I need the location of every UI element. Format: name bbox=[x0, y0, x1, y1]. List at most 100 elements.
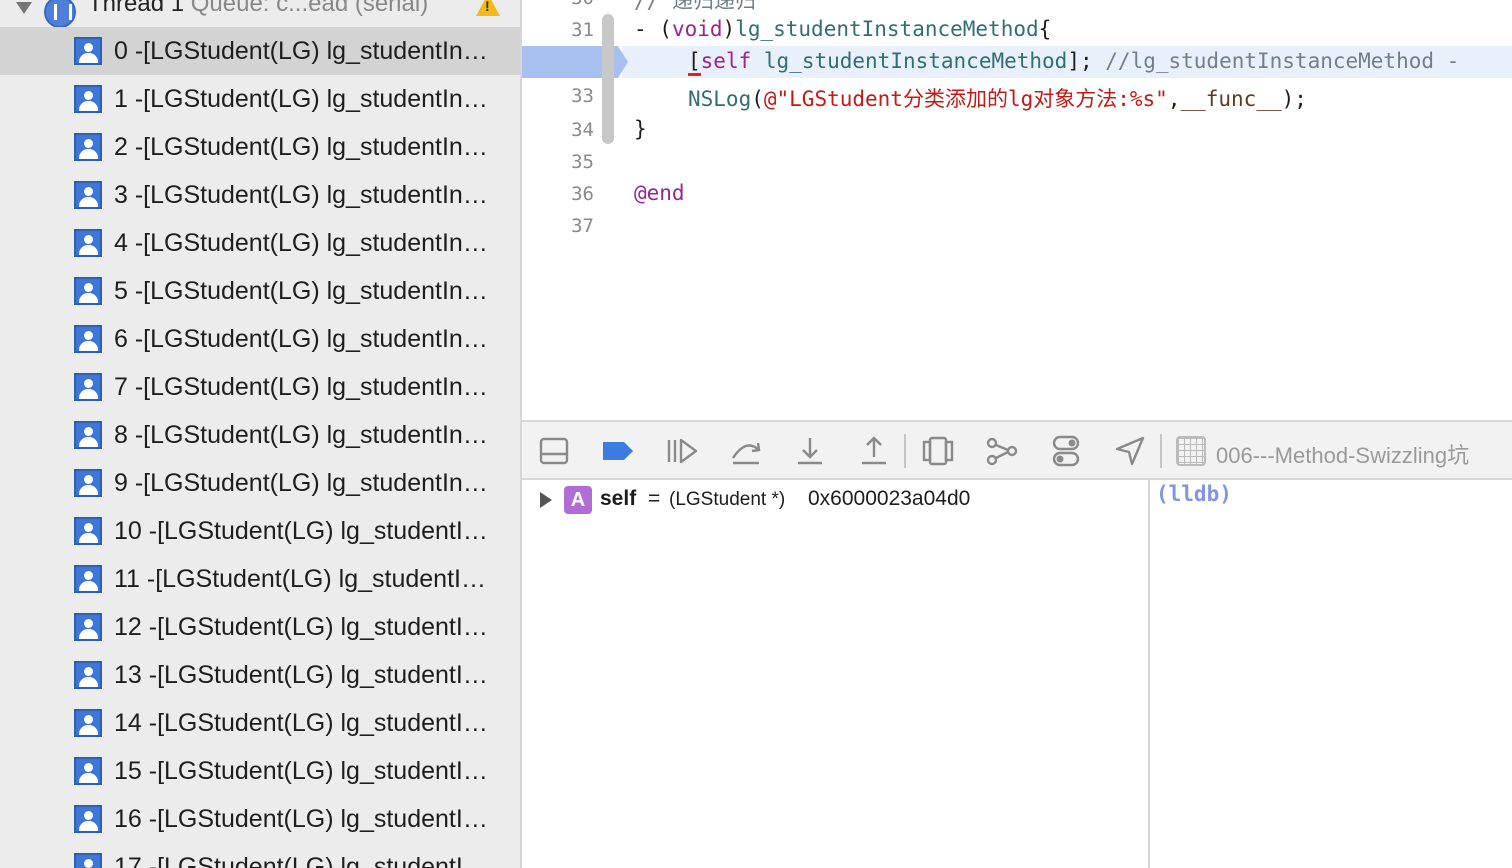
stack-frame-row[interactable]: 1 -[LGStudent(LG) lg_studentInstanceMeth… bbox=[0, 75, 520, 123]
paren-close: ); bbox=[1281, 87, 1307, 111]
line-number: 34 bbox=[571, 119, 594, 141]
stack-frame-row[interactable]: 15 -[LGStudent(LG) lg_studentInstanceMet… bbox=[0, 747, 520, 795]
user-frame-icon bbox=[74, 613, 102, 641]
user-frame-icon bbox=[74, 37, 102, 65]
stack-frame-row[interactable]: 2 -[LGStudent(LG) lg_studentInstanceMeth… bbox=[0, 123, 520, 171]
user-frame-icon bbox=[74, 229, 102, 257]
hide-debug-area-icon[interactable] bbox=[536, 434, 572, 468]
keyword-void: void bbox=[671, 17, 723, 41]
stack-frame-label: 9 -[LGStudent(LG) lg_studentInstanceMeth… bbox=[114, 469, 498, 497]
step-out-icon[interactable] bbox=[856, 434, 892, 468]
stack-frame-label: 14 -[LGStudent(LG) lg_studentInstanceMet… bbox=[114, 709, 498, 737]
code-line[interactable]: 36 @end bbox=[522, 178, 1512, 210]
method-dash: - bbox=[634, 17, 660, 41]
stack-frame-row[interactable]: 4 -[LGStudent(LG) lg_studentInstanceMeth… bbox=[0, 219, 520, 267]
stack-frame-label: 1 -[LGStudent(LG) lg_studentInstanceMeth… bbox=[114, 85, 498, 113]
variable-row[interactable]: A self = (LGStudent *) 0x6000023a04d0 bbox=[522, 482, 1148, 518]
keyword-end: @end bbox=[634, 181, 685, 205]
view-hierarchy-icon[interactable] bbox=[920, 434, 956, 468]
stack-frame-row[interactable]: 6 -[LGStudent(LG) lg_studentInstanceMeth… bbox=[0, 315, 520, 363]
user-frame-icon bbox=[74, 421, 102, 449]
disclosure-right-icon[interactable] bbox=[540, 492, 552, 508]
stack-frame-label: 13 -[LGStudent(LG) lg_studentInstanceMet… bbox=[114, 661, 498, 689]
code-line[interactable]: 37 bbox=[522, 210, 1512, 242]
stack-frame-label: 2 -[LGStudent(LG) lg_studentInstanceMeth… bbox=[114, 133, 498, 161]
variable-equals: = bbox=[648, 487, 661, 510]
user-frame-icon bbox=[74, 517, 102, 545]
disclosure-down-icon[interactable] bbox=[16, 2, 32, 14]
stack-frame-label: 5 -[LGStudent(LG) lg_studentInstanceMeth… bbox=[114, 277, 498, 305]
breakpoints-toggle-icon[interactable] bbox=[600, 434, 636, 468]
user-frame-icon bbox=[74, 85, 102, 113]
environment-overrides-icon[interactable] bbox=[1048, 434, 1084, 468]
stack-frame-row[interactable]: 8 -[LGStudent(LG) lg_studentInstanceMeth… bbox=[0, 411, 520, 459]
code-line-current[interactable]: 32 [self lg_studentInstanceMethod]; //lg… bbox=[522, 46, 1512, 119]
stack-frame-label: 6 -[LGStudent(LG) lg_studentInstanceMeth… bbox=[114, 325, 498, 353]
line-number: 37 bbox=[571, 215, 594, 237]
stack-frame-row[interactable]: 9 -[LGStudent(LG) lg_studentInstanceMeth… bbox=[0, 459, 520, 507]
code-line[interactable]: 30 // 递归递归 bbox=[522, 0, 1512, 14]
code-text: } bbox=[634, 117, 647, 141]
code-text: [self lg_studentInstanceMethod]; //lg_st… bbox=[688, 49, 1459, 76]
variable-type: (LGStudent *) bbox=[669, 489, 786, 510]
user-frame-icon bbox=[74, 325, 102, 353]
stack-frame-label: 8 -[LGStudent(LG) lg_studentInstanceMeth… bbox=[114, 421, 498, 449]
paren-open: ( bbox=[751, 87, 764, 111]
target-app-icon bbox=[1176, 436, 1206, 466]
stack-frame-row[interactable]: 16 -[LGStudent(LG) lg_studentInstanceMet… bbox=[0, 795, 520, 843]
message-name: lg_studentInstanceMethod bbox=[763, 49, 1068, 73]
bracket-open: [ bbox=[688, 49, 701, 76]
user-frame-icon bbox=[74, 661, 102, 689]
code-line[interactable]: 35 bbox=[522, 146, 1512, 178]
source-editor[interactable]: 30 // 递归递归 31 - (void)lg_studentInstance… bbox=[522, 0, 1512, 420]
debug-bar: 006---Method-Swizzling坑 bbox=[522, 420, 1512, 480]
stack-frame-label: 11 -[LGStudent(LG) lg_studentInstanceMet… bbox=[114, 565, 498, 593]
variables-view: A self = (LGStudent *) 0x6000023a04d0 bbox=[522, 480, 1148, 868]
variable-name: self bbox=[600, 487, 637, 510]
simulate-location-icon[interactable] bbox=[1112, 434, 1148, 468]
stack-frame-row[interactable]: 3 -[LGStudent(LG) lg_studentInstanceMeth… bbox=[0, 171, 520, 219]
step-into-icon[interactable] bbox=[792, 434, 828, 468]
thread-queue: Queue: c...ead (serial) bbox=[190, 0, 429, 17]
lldb-prompt: (lldb) bbox=[1156, 482, 1232, 506]
stack-frame-row[interactable]: 7 -[LGStudent(LG) lg_studentInstanceMeth… bbox=[0, 363, 520, 411]
bracket-close: ]; bbox=[1067, 49, 1093, 73]
memory-graph-icon[interactable] bbox=[984, 434, 1020, 468]
keyword-self: self bbox=[700, 49, 752, 73]
stack-frame-row[interactable]: 14 -[LGStudent(LG) lg_studentInstanceMet… bbox=[0, 699, 520, 747]
string-literal: @"LGStudent分类添加的lg对象方法:%s" bbox=[763, 87, 1168, 111]
step-over-icon[interactable] bbox=[728, 434, 764, 468]
toolbar-separator bbox=[1160, 434, 1162, 468]
user-frame-icon bbox=[74, 757, 102, 785]
stack-frame-label: 10 -[LGStudent(LG) lg_studentInstanceMet… bbox=[114, 517, 498, 545]
stack-frame-label: 17 -[LGStudent(LG) lg_studentInstanceMet… bbox=[114, 853, 498, 868]
lldb-console[interactable]: (lldb) bbox=[1150, 480, 1512, 868]
user-frame-icon bbox=[74, 181, 102, 209]
line-number: 30 bbox=[522, 0, 594, 9]
user-frame-icon bbox=[74, 133, 102, 161]
stack-frame-label: 15 -[LGStudent(LG) lg_studentInstanceMet… bbox=[114, 757, 498, 785]
user-frame-icon bbox=[74, 853, 102, 868]
argument-badge-icon: A bbox=[564, 486, 592, 514]
code-line[interactable]: 33 NSLog(@"LGStudent分类添加的lg对象方法:%s",__fu… bbox=[522, 80, 1512, 112]
stack-frame-row[interactable]: 5 -[LGStudent(LG) lg_studentInstanceMeth… bbox=[0, 267, 520, 315]
user-frame-icon bbox=[74, 709, 102, 737]
stack-frame-row[interactable]: 17 -[LGStudent(LG) lg_studentInstanceMet… bbox=[0, 843, 520, 868]
line-number: 35 bbox=[571, 151, 594, 173]
line-number: 33 bbox=[571, 85, 594, 107]
stack-frame-label: 12 -[LGStudent(LG) lg_studentInstanceMet… bbox=[114, 613, 498, 641]
thread-row[interactable]: Thread 1 Queue: c...ead (serial) bbox=[0, 0, 520, 28]
stack-frame-row[interactable]: 13 -[LGStudent(LG) lg_studentInstanceMet… bbox=[0, 651, 520, 699]
function-nslog: NSLog bbox=[688, 87, 752, 111]
debug-navigator: Thread 1 Queue: c...ead (serial) 0 -[LGS… bbox=[0, 0, 520, 868]
continue-icon[interactable] bbox=[664, 434, 700, 468]
comma: , bbox=[1167, 87, 1181, 111]
target-breadcrumb[interactable]: 006---Method-Swizzling坑 bbox=[1216, 438, 1469, 470]
stack-frame-row[interactable]: 11 -[LGStudent(LG) lg_studentInstanceMet… bbox=[0, 555, 520, 603]
stack-frame-row[interactable]: 0 -[LGStudent(LG) lg_studentInstanceMeth… bbox=[0, 27, 520, 75]
line-number: 36 bbox=[571, 183, 594, 205]
stack-frame-row[interactable]: 12 -[LGStudent(LG) lg_studentInstanceMet… bbox=[0, 603, 520, 651]
stack-frame-row[interactable]: 10 -[LGStudent(LG) lg_studentInstanceMet… bbox=[0, 507, 520, 555]
code-line[interactable]: 31 - (void)lg_studentInstanceMethod{ bbox=[522, 14, 1512, 46]
code-line[interactable]: 34 } bbox=[522, 114, 1512, 146]
